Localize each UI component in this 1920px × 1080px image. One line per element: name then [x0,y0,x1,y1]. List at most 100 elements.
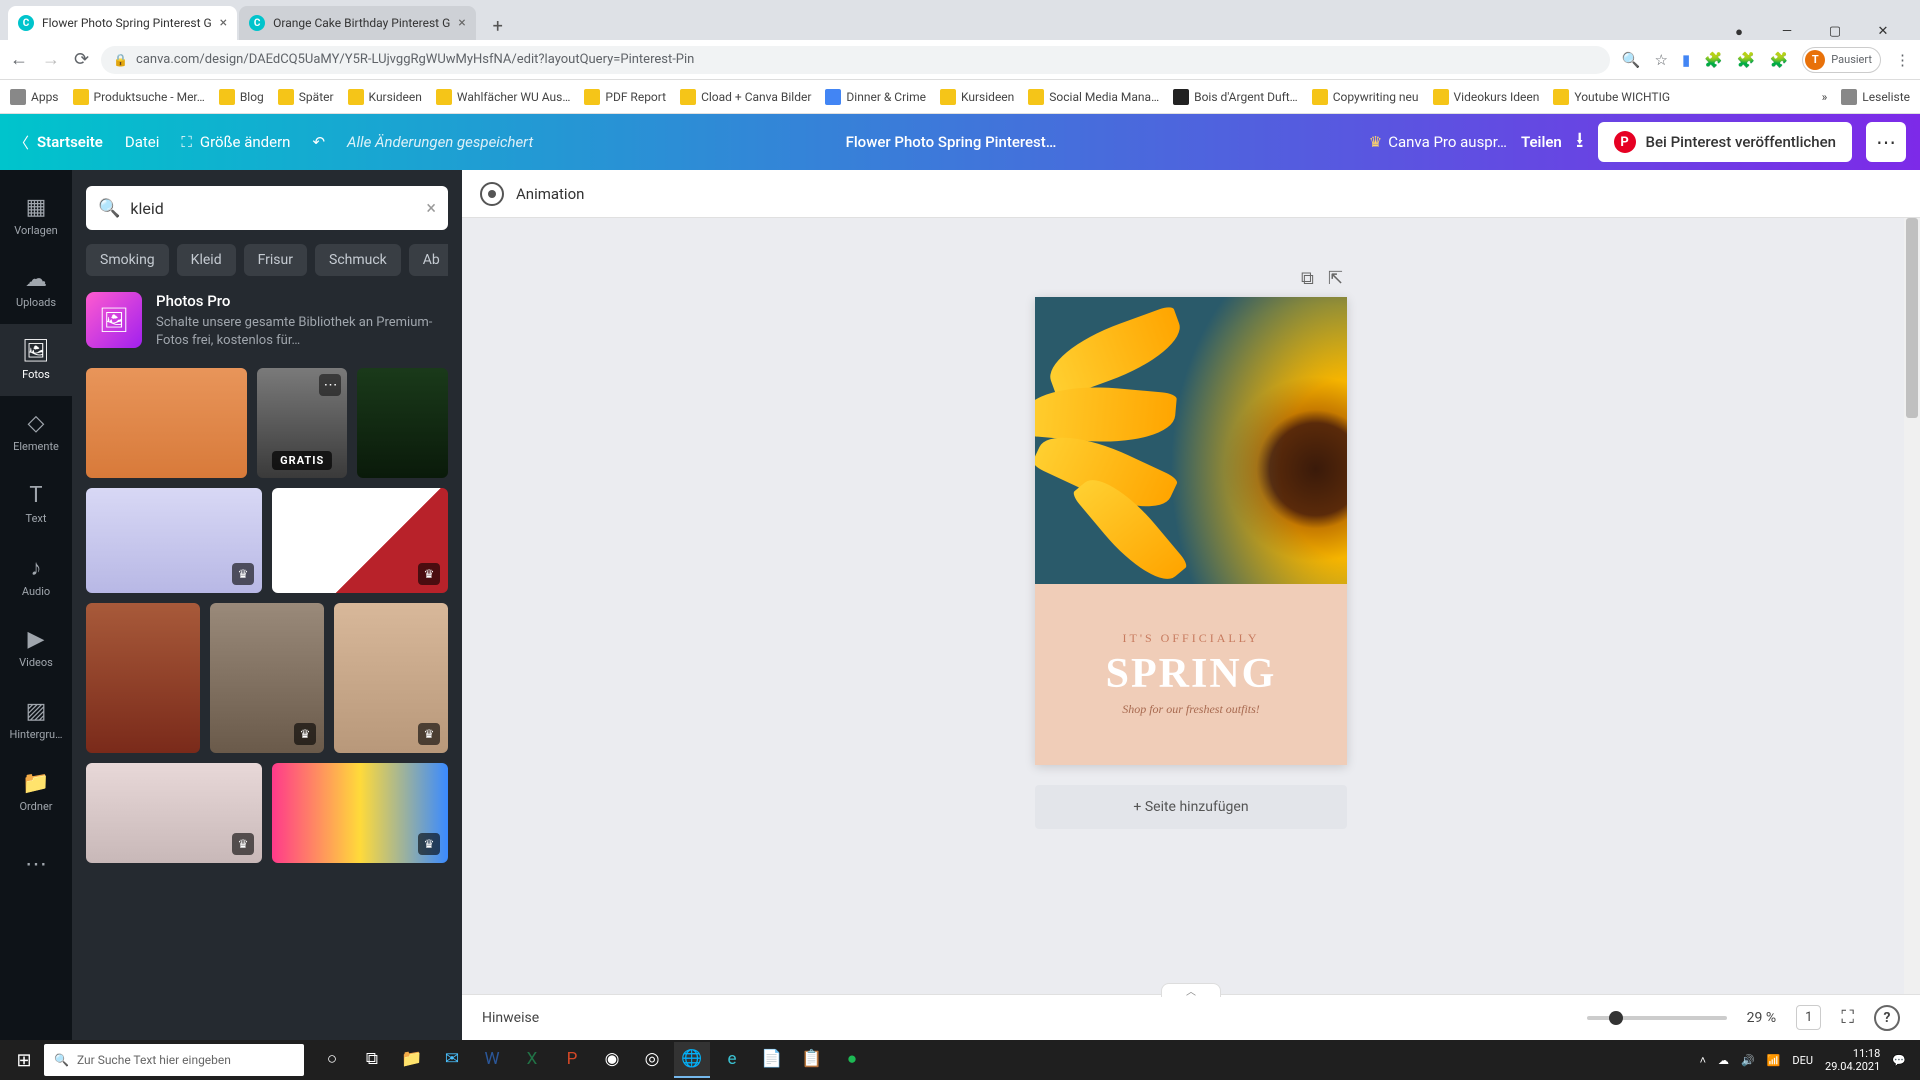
publish-pinterest-button[interactable]: P Bei Pinterest veröffentlichen [1598,122,1852,162]
photo-result[interactable]: ♛ [210,603,324,753]
notes-handle[interactable]: ︿ [1161,983,1221,997]
maximize-icon[interactable]: ▢ [1820,24,1850,40]
bookmark-item[interactable]: Produktsuche - Mer… [73,89,205,105]
help-icon[interactable]: ? [1874,1005,1900,1031]
photos-pro-promo[interactable]: 🖼 Photos Pro Schalte unsere gesamte Bibl… [86,292,448,350]
bookmark-item[interactable]: Blog [219,89,264,105]
back-icon[interactable]: ← [10,49,28,70]
bookmark-star-icon[interactable]: ☆ [1655,51,1668,69]
zoom-slider[interactable] [1587,1016,1727,1020]
new-tab-button[interactable]: + [484,12,512,40]
bookmark-item[interactable]: Wahlfächer WU Aus… [436,89,571,105]
extension-icon[interactable]: 🧩 [1770,51,1789,69]
chip-item[interactable]: Kleid [177,244,236,276]
bookmark-item[interactable]: PDF Report [584,89,666,105]
url-input[interactable]: 🔒 canva.com/design/DAEdCQ5UaMY/Y5R-LUjvg… [101,46,1610,74]
browser-tab-inactive[interactable]: C Orange Cake Birthday Pinterest G × [239,6,476,40]
bookmark-item[interactable]: Dinner & Crime [825,89,926,105]
design-page[interactable]: IT'S OFFICIALLY SPRING Shop for our fres… [1035,297,1347,765]
photo-result[interactable]: ♛ [272,488,448,593]
chrome-icon[interactable]: 🌐 [674,1042,710,1078]
duplicate-page-icon[interactable]: ⧉ [1301,268,1314,289]
rail-templates[interactable]: ▦Vorlagen [0,180,72,252]
bookmark-item[interactable]: Bois d'Argent Duft… [1173,89,1298,105]
zoom-icon[interactable]: 🔍 [1622,51,1641,69]
photo-result[interactable]: ♛ [86,488,262,593]
bookmark-item[interactable]: Später [278,89,334,105]
share-button[interactable]: Teilen [1521,133,1562,151]
caption-block[interactable]: IT'S OFFICIALLY SPRING Shop for our fres… [1035,584,1347,765]
close-icon[interactable]: × [458,15,465,31]
add-page-button[interactable]: + Seite hinzufügen [1035,785,1347,829]
mail-icon[interactable]: ✉ [434,1042,470,1078]
animation-button[interactable]: Animation [516,185,584,203]
notepad-icon[interactable]: 📄 [754,1042,790,1078]
bookmark-item[interactable]: Youtube WICHTIG [1553,89,1670,105]
reading-list-button[interactable]: Leseliste [1841,89,1910,105]
more-icon[interactable]: ⋯ [319,374,341,396]
bookmark-item[interactable]: Kursideen [940,89,1014,105]
photo-result[interactable] [86,368,247,478]
download-icon[interactable]: ⭳ [1576,123,1584,161]
photo-result[interactable]: ⋯ GRATIS [257,368,348,478]
account-dot-icon[interactable]: ● [1724,24,1754,40]
spotify-icon[interactable]: ● [834,1042,870,1078]
extension-icon[interactable]: ▮ [1682,51,1690,69]
rail-more[interactable]: ⋯ [0,828,72,900]
bookmark-item[interactable]: Videokurs Ideen [1433,89,1540,105]
wifi-icon[interactable]: 📶 [1767,1054,1781,1067]
language-indicator[interactable]: DEU [1792,1054,1813,1067]
rail-videos[interactable]: ▶Videos [0,612,72,684]
fullscreen-icon[interactable]: ⛶ [1841,1007,1854,1028]
undo-button[interactable]: ↶ [312,133,325,151]
photo-result[interactable] [86,603,200,753]
page-indicator[interactable]: 1 [1796,1005,1821,1030]
taskbar-search[interactable]: 🔍 Zur Suche Text hier eingeben [44,1044,304,1076]
tray-chevron-icon[interactable]: ˄ [1700,1054,1706,1067]
try-pro-button[interactable]: ♛ Canva Pro auspr… [1369,133,1507,151]
design-title[interactable]: Flower Photo Spring Pinterest… [846,133,1057,151]
browser-tab-active[interactable]: C Flower Photo Spring Pinterest G × [8,6,237,40]
share-page-icon[interactable]: ⇱ [1328,268,1343,289]
minimize-icon[interactable]: — [1772,24,1802,40]
chrome-menu-icon[interactable]: ⋮ [1895,51,1910,69]
reload-icon[interactable]: ⟳ [74,49,89,70]
rail-background[interactable]: ▨Hintergru… [0,684,72,756]
bookmark-item[interactable]: Cload + Canva Bilder [680,89,811,105]
clock[interactable]: 11:18 29.04.2021 [1825,1047,1880,1073]
app-icon[interactable]: ◉ [594,1042,630,1078]
rail-photos[interactable]: 🖼Fotos [0,324,72,396]
bookmark-item[interactable]: Social Media Mana… [1028,89,1159,105]
clear-search-icon[interactable]: × [426,198,436,219]
rail-audio[interactable]: ♪Audio [0,540,72,612]
zoom-level[interactable]: 29 % [1747,1010,1776,1026]
start-button[interactable]: ⊞ [4,1040,44,1080]
chip-item[interactable]: Ab [409,244,448,276]
task-view-icon[interactable]: ⧉ [354,1042,390,1078]
word-icon[interactable]: W [474,1042,510,1078]
app-icon[interactable]: 📋 [794,1042,830,1078]
bookmark-item[interactable]: Copywriting neu [1312,89,1419,105]
cloud-icon[interactable]: ☁ [1718,1054,1729,1067]
extension-icon[interactable]: 🧩 [1737,51,1756,69]
more-menu-button[interactable]: ⋯ [1866,122,1906,162]
rail-text[interactable]: TText [0,468,72,540]
window-close-icon[interactable]: ✕ [1868,24,1898,40]
photo-result[interactable] [357,368,448,478]
bookmarks-overflow-icon[interactable]: » [1822,90,1828,104]
notifications-icon[interactable]: 💬 [1892,1054,1906,1067]
rail-folders[interactable]: 📁Ordner [0,756,72,828]
obs-icon[interactable]: ◎ [634,1042,670,1078]
photo-search[interactable]: 🔍 × [86,186,448,230]
vertical-scrollbar[interactable] [1904,218,1920,994]
profile-button[interactable]: T Pausiert [1802,47,1881,73]
chip-item[interactable]: Schmuck [315,244,401,276]
close-icon[interactable]: × [220,15,227,31]
resize-button[interactable]: ⛶ Größe ändern [181,133,290,151]
apps-button[interactable]: Apps [10,89,59,105]
photo-result[interactable]: ♛ [272,763,448,863]
photo-result[interactable]: ♛ [86,763,262,863]
rail-uploads[interactable]: ☁Uploads [0,252,72,324]
edge-icon[interactable]: e [714,1042,750,1078]
excel-icon[interactable]: X [514,1042,550,1078]
